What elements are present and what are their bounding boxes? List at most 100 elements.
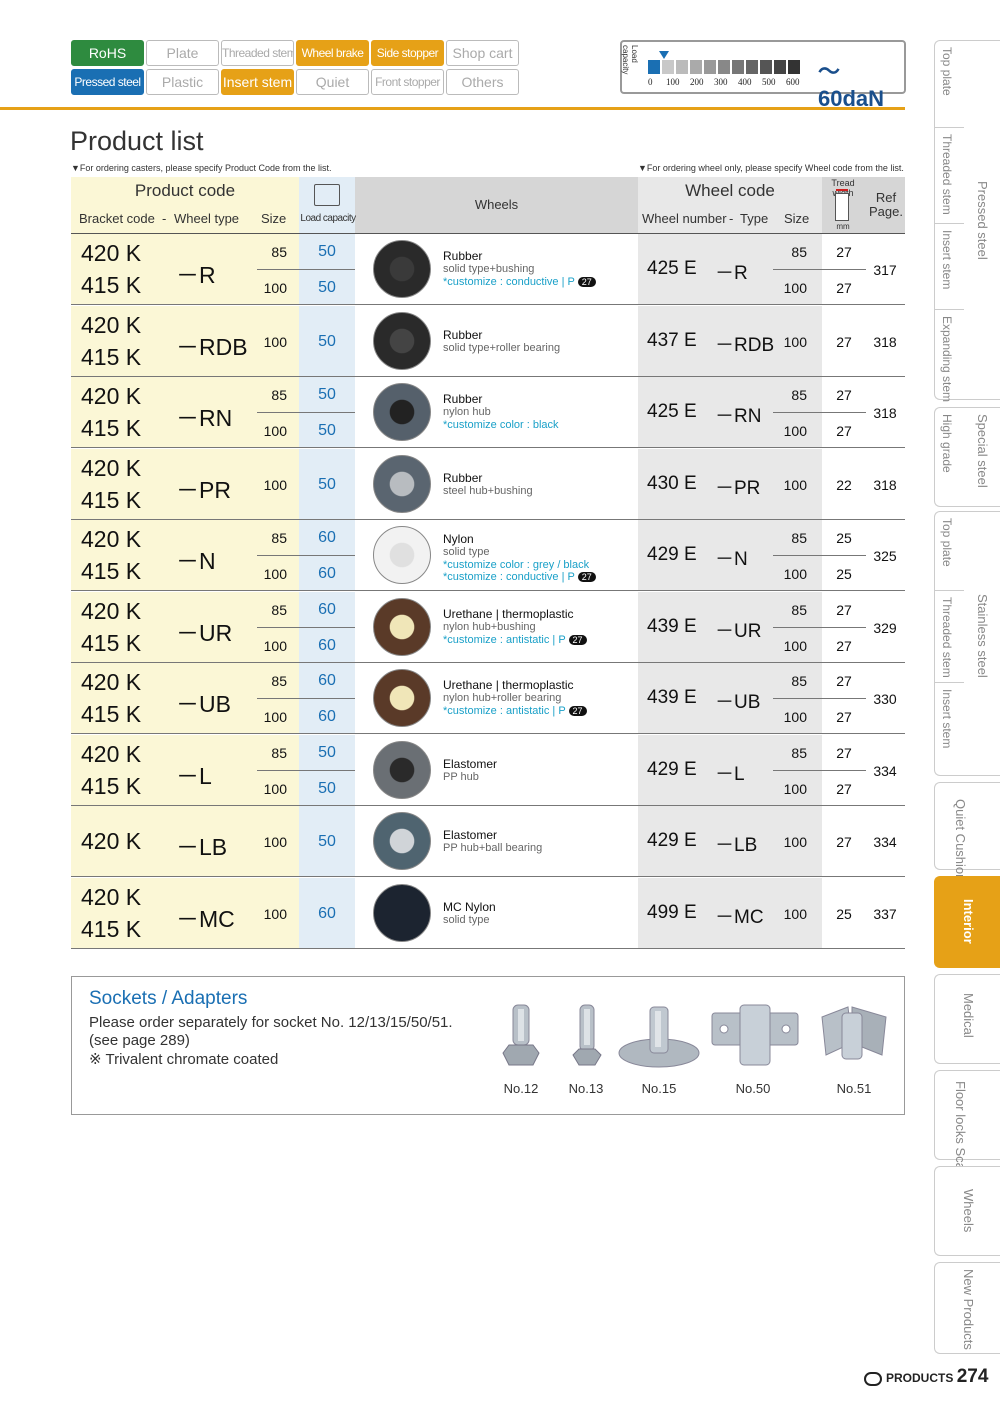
bracket-code: 420 K xyxy=(81,311,142,338)
wheel-type: －RDB xyxy=(176,333,248,360)
tread-width: 27 xyxy=(836,637,852,654)
bracket-code: 415 K xyxy=(81,629,142,656)
load-capacity-value: 60 xyxy=(318,904,336,922)
wheel-size: 100 xyxy=(783,333,807,350)
wheel-customize-note: *customize color : grey / black xyxy=(443,559,590,571)
tab-quiet-cushion[interactable]: Quiet Cushion xyxy=(934,782,1000,881)
wheel-description: nylon hub xyxy=(443,406,491,418)
ref-page: 334 xyxy=(873,762,897,779)
table-header: Product code Bracket code - Wheel type S… xyxy=(71,177,905,234)
tread-width: 27 xyxy=(836,244,852,260)
wheel-customize-note: *customize : antistatic | P 27 xyxy=(443,705,587,717)
wheel-image xyxy=(373,311,431,370)
table-row: 420 K 415 K －N 85 100 60 60 Nylon solid type *cus… xyxy=(71,520,905,591)
wheel-size: 100 xyxy=(783,566,807,582)
table-row: 420 K 415 K －UR 85 100 60 60 Urethane | thermop… xyxy=(71,591,905,663)
subtab-insert-stem-2[interactable]: Insert stem xyxy=(934,682,964,775)
wheel-material: Rubber xyxy=(443,249,483,263)
load-capacity-value: 60 xyxy=(318,600,336,618)
bracket-code: 420 K xyxy=(81,597,142,624)
tab-interior[interactable]: Interior xyxy=(934,876,1000,968)
wheel-description: nylon hub+bushing xyxy=(443,620,536,633)
wheel-image xyxy=(373,669,431,727)
bracket-code: 420 K xyxy=(81,669,142,695)
bracket-code: 415 K xyxy=(81,558,142,584)
wheel-type: －MC xyxy=(176,905,235,932)
socket-no15-image xyxy=(618,1006,700,1068)
tag-pressed-steel: Pressed steel xyxy=(71,69,144,95)
wheel-code-type: －RDB xyxy=(715,334,775,356)
subtab-threaded-stem-2[interactable]: Threaded stem xyxy=(934,590,964,682)
bracket-code: 415 K xyxy=(81,701,142,727)
load-capacity-header: Load capacity xyxy=(300,213,356,224)
wheel-type: －R xyxy=(176,262,216,288)
tag-side-stopper: Side stopper xyxy=(371,40,444,66)
tag-threaded-stem: Threaded stem xyxy=(221,40,294,66)
wheel-material: Urethane | thermoplastic xyxy=(443,678,574,692)
wheel-size: 100 xyxy=(783,476,807,493)
load-capacity-value: 50 xyxy=(318,243,336,260)
tab-medical[interactable]: Medical xyxy=(934,974,1000,1064)
wheel-code-type: －LB xyxy=(715,835,758,856)
socket-no51-image xyxy=(821,1006,887,1060)
tread-width: 27 xyxy=(836,423,852,439)
tread-width: 27 xyxy=(836,673,852,689)
table-row: 420 K 415 K －R 85 100 50 50 Rubber solid type+bu… xyxy=(71,234,905,305)
wheel-number: 430 E xyxy=(647,472,697,494)
wheel-customize-note: *customize : antistatic | P 27 xyxy=(443,634,587,646)
bracket-code: 415 K xyxy=(81,486,142,513)
wheel-number: 437 E xyxy=(647,329,697,351)
header-divider xyxy=(0,107,905,110)
size-value: 100 xyxy=(263,780,287,797)
bracket-code: 420 K xyxy=(81,740,142,767)
wheel-material: Urethane | thermoplastic xyxy=(443,606,574,621)
wheel-code-type: －R xyxy=(715,263,748,284)
tab-wheels[interactable]: Wheels xyxy=(934,1166,1000,1256)
subtab-top-plate[interactable]: Top plate xyxy=(934,41,964,127)
tag-quiet: Quiet xyxy=(296,69,369,95)
wheel-description: PP hub xyxy=(443,770,479,783)
wheel-material: MC Nylon xyxy=(443,899,496,914)
wheel-code-type: －PR xyxy=(715,477,761,499)
socket-no50-image xyxy=(711,1004,799,1066)
wheel-code-type: －MC xyxy=(715,906,764,928)
wheel-image xyxy=(373,526,431,584)
ref-page: 318 xyxy=(873,405,897,421)
bracket-code: 415 K xyxy=(81,272,142,298)
load-capacity-box: Load capacity 0 100 200 300 400 500 600 … xyxy=(620,40,906,111)
wheel-size: 85 xyxy=(791,387,807,403)
load-scale-labels: 0 100 200 300 400 500 600 xyxy=(648,77,800,87)
wheel-code-type: －N xyxy=(715,549,748,570)
socket-label-no12: No.12 xyxy=(503,1081,539,1096)
subtab-top-plate-2[interactable]: Top plate xyxy=(934,512,964,590)
subtab-insert-stem[interactable]: Insert stem xyxy=(934,223,964,309)
ref-page: 317 xyxy=(873,262,897,278)
wheel-size: 85 xyxy=(791,744,807,761)
sockets-title: Sockets / Adapters xyxy=(89,988,248,1009)
table-row: 420 K 415 K －RN 85 100 50 50 Rubber nylon hub *cu… xyxy=(71,377,905,448)
size-value: 100 xyxy=(263,423,287,439)
table-row: 420 K －LB 100 50 Elastomer PP hub+ball bearin… xyxy=(71,806,905,877)
wheel-image xyxy=(373,383,431,441)
tread-width: 25 xyxy=(836,905,852,922)
load-capacity-value: 50 xyxy=(318,743,336,761)
subtab-expanding-stem[interactable]: Expanding stem xyxy=(934,309,964,402)
ref-page: 318 xyxy=(873,333,897,350)
subtab-threaded-stem[interactable]: Threaded stem xyxy=(934,127,964,223)
size-value: 100 xyxy=(263,476,287,493)
socket-no13-image xyxy=(572,1004,602,1066)
subtab-high-grade[interactable]: High grade xyxy=(934,408,964,506)
tread-width: 27 xyxy=(836,709,852,725)
bracket-code: 420 K xyxy=(81,526,142,552)
wheel-number: 429 E xyxy=(647,758,697,780)
page-title: Product list xyxy=(70,126,204,156)
size-value: 85 xyxy=(271,530,287,546)
wheel-code-type: －RN xyxy=(715,406,762,427)
tab-new-products[interactable]: New Products xyxy=(934,1262,1000,1354)
tab-floor-locks-scaffold[interactable]: Floor locks Scaffold xyxy=(934,1070,1000,1194)
wheel-number-header: Wheel number xyxy=(642,211,727,226)
wheel-type: －UR xyxy=(176,619,233,646)
tag-plate: Plate xyxy=(146,40,219,66)
wheel-description: solid type+roller bearing xyxy=(443,341,561,354)
ref-page: 318 xyxy=(873,476,897,493)
